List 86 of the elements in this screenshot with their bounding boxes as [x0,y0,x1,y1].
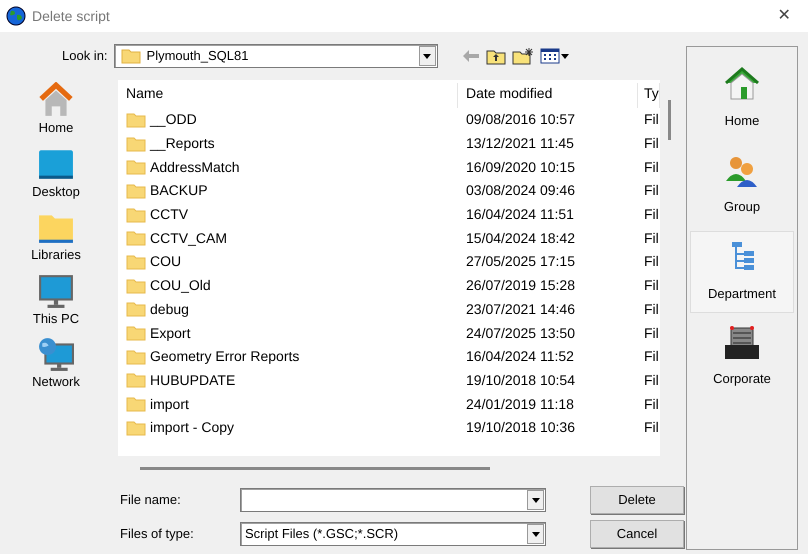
table-cell[interactable]: BACKUP [118,180,458,202]
table-cell[interactable]: CCTV_CAM [118,228,458,249]
cancel-button[interactable]: Cancel [590,520,684,548]
table-cell-text: 16/04/2024 11:52 [465,347,575,366]
folder-icon [126,159,146,176]
table-cell-text: Fil [643,276,660,296]
table-cell[interactable]: CCTV [118,204,458,226]
file-name-field[interactable] [240,488,546,512]
folder-icon [126,182,146,199]
folder-icon [126,206,146,223]
table-cell-text: Fil [643,300,660,319]
table-cell-text: Fil [643,418,660,438]
table-cell[interactable]: COU [118,251,458,272]
file-type-dropdown[interactable]: Script Files (*.GSC;*.SCR) [240,522,546,546]
table-cell[interactable]: Geometry Error Reports [118,346,458,368]
table-cell-text: 13/12/2021 11:45 [465,134,575,154]
place-item[interactable]: This PC [11,272,101,328]
table-cell-text: 15/04/2024 18:42 [465,228,576,248]
folder-icon [126,112,146,128]
table-cell-text: Fil [643,181,660,200]
folder-icon [120,48,141,64]
column-header[interactable]: Date modified [458,83,638,108]
folder-icon [126,325,146,342]
table-cell[interactable]: COU_Old [118,275,458,296]
look-in-dropdown[interactable]: Plymouth_SQL81 [114,44,438,68]
table-cell-text: 23/07/2021 14:46 [465,300,576,319]
table-cell-text: 27/05/2025 17:15 [465,252,576,272]
table-cell-text: 16/04/2024 11:51 [465,205,575,224]
table-cell[interactable]: __ODD [118,109,458,130]
file-type-label: Files of type: [120,525,195,544]
look-in-label: Look in: [62,47,108,66]
table-cell-text: Fil [643,324,660,343]
place-item[interactable]: Libraries [11,209,101,264]
table-cell-text: Fil [643,205,660,224]
column-header[interactable]: Name [118,83,458,108]
view-menu-icon[interactable] [540,48,570,64]
monitor-icon [36,272,76,308]
table-cell-text: 26/07/2019 15:28 [465,276,576,296]
table-cell-text: 19/10/2018 10:36 [465,418,576,438]
table-cell[interactable]: __Reports [118,133,458,154]
folder-icon [126,136,146,152]
table-cell[interactable]: AddressMatch [118,156,458,178]
table-cell-text: Fil [643,134,660,154]
folder-icon [126,254,146,270]
table-cell-text: Fil [643,252,660,272]
file-name-label: File name: [120,491,182,510]
scope-item[interactable]: Home [690,59,794,141]
globe-icon [6,6,26,26]
scope-item[interactable]: Corporate [690,317,794,399]
scrollbar-thumb[interactable] [140,466,490,470]
folder-icon [126,230,146,246]
table-cell-text: Fil [643,394,660,414]
scope-item[interactable]: Group [690,145,794,227]
folder-icon [126,420,146,436]
folder-icon [126,301,146,318]
folder-icon [126,348,146,365]
window-title: Delete script [32,6,110,26]
place-item[interactable]: Desktop [11,146,101,201]
table-cell-text: Fil [643,347,660,366]
table-cell-text: Fil [643,110,660,130]
table-cell-text: 19/10/2018 10:54 [465,370,576,390]
table-cell[interactable]: debug [118,298,458,320]
folder-icon [126,372,146,388]
scope-item[interactable]: Department [690,231,794,313]
scrollbar-thumb[interactable] [668,100,671,140]
place-item[interactable]: Home [11,82,101,138]
table-cell-text: Fil [643,158,660,177]
table-cell-text: Fil [643,228,660,248]
table-cell-text: Fil [643,370,660,390]
table-cell[interactable]: Export [118,322,458,344]
place-item[interactable]: Network [11,336,101,392]
table-cell[interactable]: import - Copy [118,417,458,438]
table-cell-text: 09/08/2016 10:57 [465,110,576,130]
new-folder-icon[interactable] [512,47,534,65]
delete-button[interactable]: Delete [590,486,684,514]
table-cell[interactable]: HUBUPDATE [118,370,458,391]
table-cell-text: 24/07/2025 13:50 [465,324,576,343]
folder-icon [126,278,146,294]
table-cell-text: 16/09/2020 10:15 [465,158,576,177]
network-icon [36,336,76,372]
close-button[interactable]: ✕ [766,3,802,29]
folder-icon [126,396,146,412]
column-header[interactable]: Ty [638,83,660,108]
table-cell[interactable]: import [118,394,458,415]
table-cell-text: 03/08/2024 09:46 [465,181,576,200]
table-cell-text: 24/01/2019 11:18 [465,394,575,414]
